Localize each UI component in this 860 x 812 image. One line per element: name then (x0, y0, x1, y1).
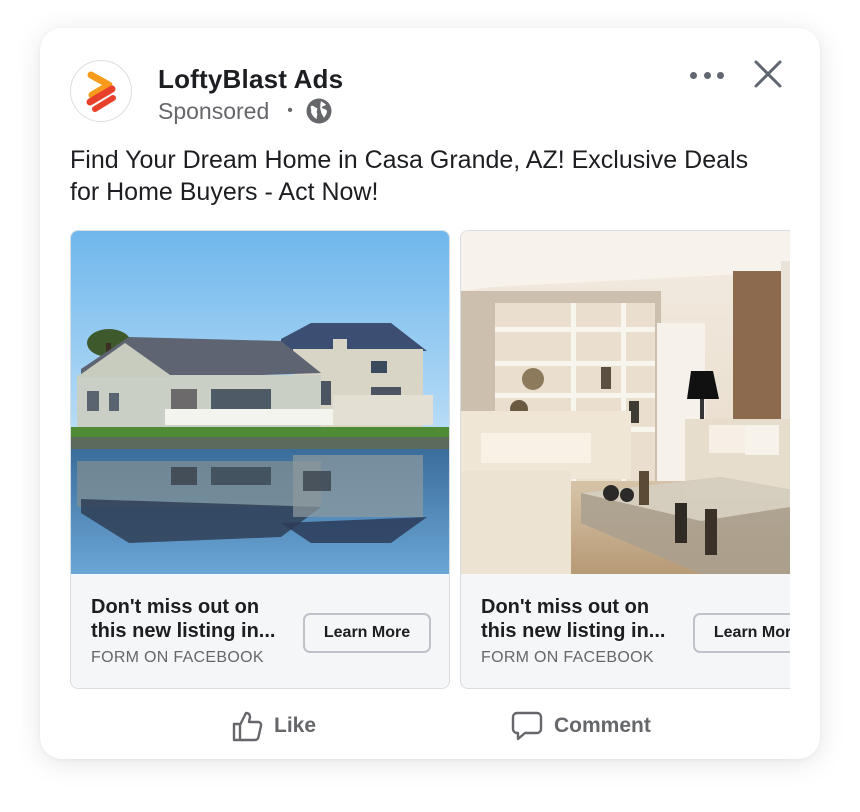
like-button[interactable]: Like (230, 708, 316, 744)
sponsored-label: Sponsored (158, 97, 270, 124)
comment-button[interactable]: Comment (510, 708, 651, 744)
advertiser-name[interactable]: LoftyBlast Ads (158, 64, 343, 95)
ad-carousel[interactable]: Don't miss out on this new listing in...… (70, 230, 790, 690)
carousel-card[interactable]: Don't miss out on this new listing in...… (70, 230, 450, 689)
comment-bubble-icon (511, 711, 543, 741)
more-options-icon[interactable] (690, 64, 724, 86)
globe-icon[interactable] (305, 97, 333, 125)
post-meta: Sponsored • (158, 97, 333, 125)
ad-card: LoftyBlast Ads Sponsored • Find Your Dre… (40, 28, 820, 759)
carousel-headline[interactable]: Don't miss out on this new listing in... (91, 595, 296, 643)
carousel-subtitle: FORM ON FACEBOOK (481, 649, 654, 666)
brand-logo-icon (86, 71, 116, 112)
living-room-interior-photo[interactable] (461, 231, 790, 574)
meta-separator: • (287, 102, 293, 119)
carousel-card[interactable]: Don't miss out on this new listing in...… (460, 230, 790, 689)
thumbs-up-icon (232, 711, 263, 742)
close-icon[interactable] (752, 58, 784, 90)
advertiser-avatar[interactable] (70, 60, 132, 122)
ad-caption: Find Your Dream Home in Casa Grande, AZ!… (70, 146, 749, 206)
lakeside-house-photo[interactable] (71, 231, 449, 574)
learn-more-button[interactable]: Learn More (693, 613, 790, 653)
post-actions: Like Comment (40, 698, 820, 754)
comment-label: Comment (554, 714, 651, 737)
carousel-headline[interactable]: Don't miss out on this new listing in... (481, 595, 686, 643)
learn-more-button[interactable]: Learn More (303, 613, 431, 653)
like-label: Like (274, 714, 317, 737)
carousel-subtitle: FORM ON FACEBOOK (91, 649, 264, 666)
